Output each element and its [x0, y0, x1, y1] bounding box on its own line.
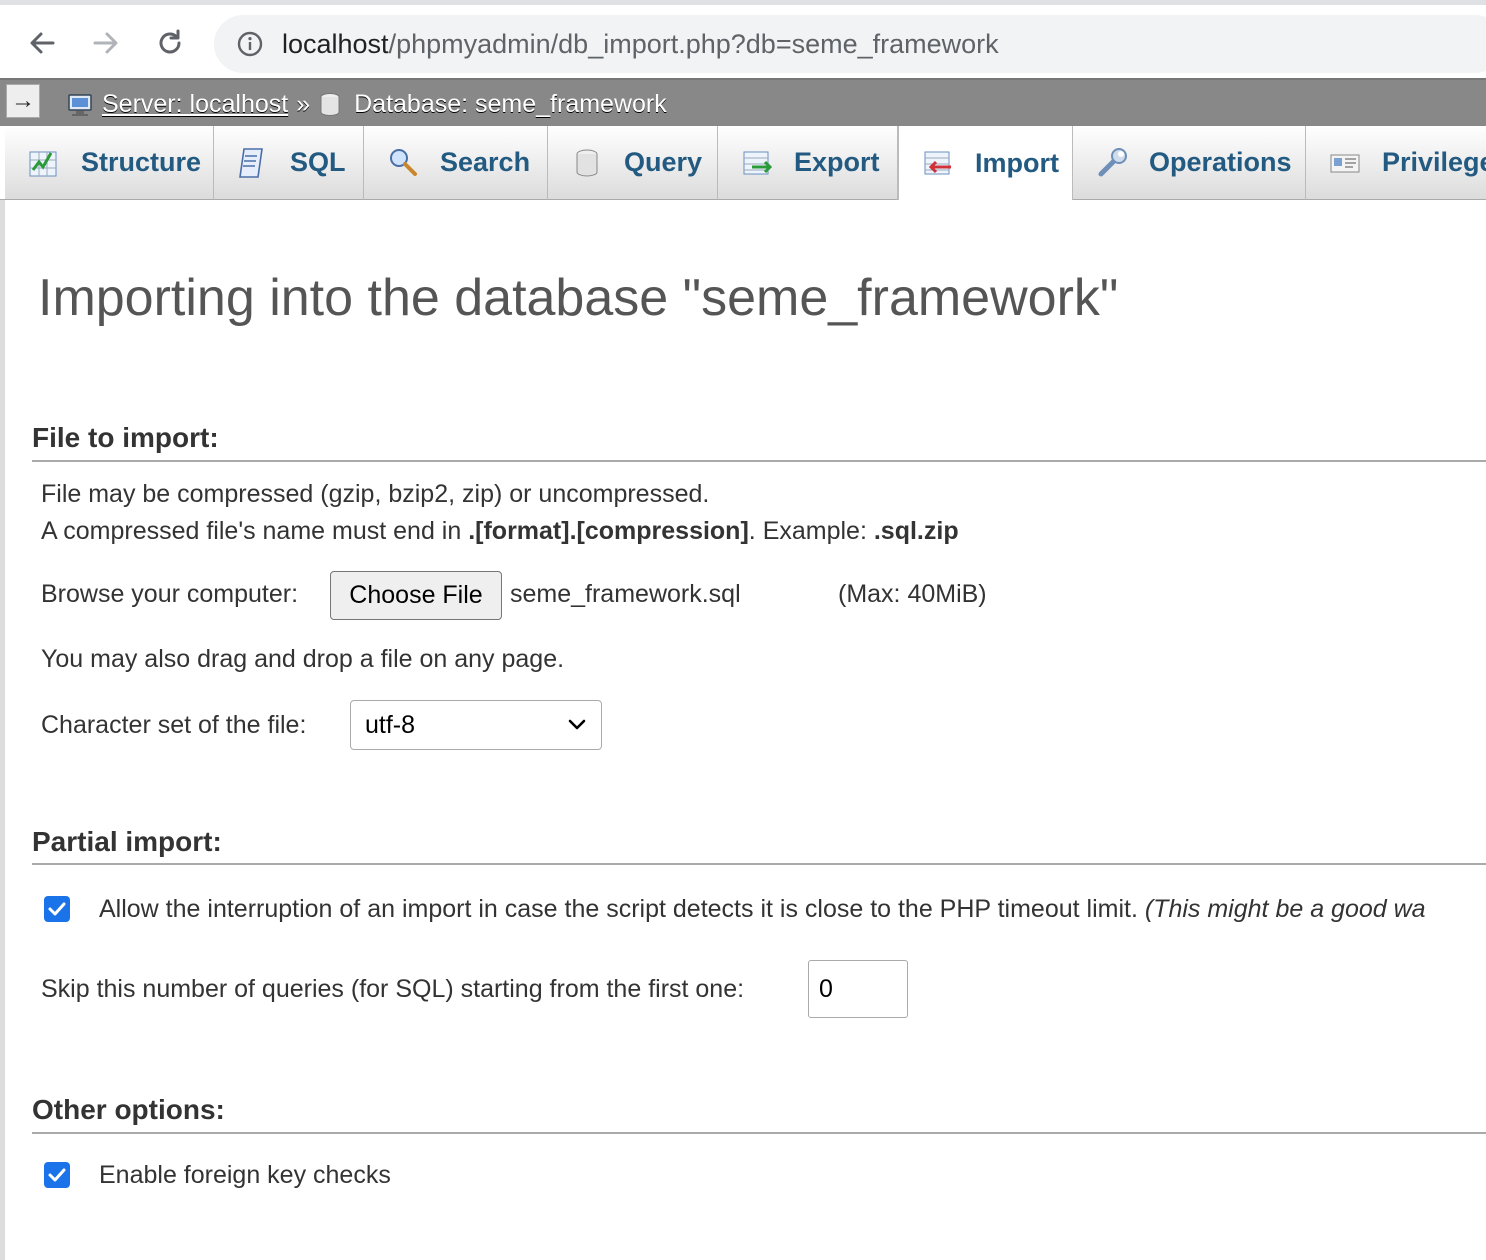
query-icon — [570, 146, 604, 180]
reload-button[interactable] — [152, 25, 188, 61]
forward-button[interactable] — [88, 25, 124, 61]
browser-toolbar: localhost/phpmyadmin/db_import.php?db=se… — [0, 0, 1486, 78]
tab-export[interactable]: Export — [718, 126, 898, 200]
tab-import[interactable]: Import — [898, 126, 1073, 200]
tab-label: Search — [440, 147, 531, 177]
format-example: .sql.zip — [873, 517, 959, 545]
drag-drop-note: You may also drag and drop a file on any… — [41, 645, 565, 673]
url-path: /phpmyadmin/db_import.php?db=seme_framew… — [388, 28, 999, 59]
url-text: localhost/phpmyadmin/db_import.php?db=se… — [282, 29, 999, 60]
breadcrumb-trail: Server: localhost » Database: seme_frame… — [66, 90, 667, 119]
arrow-left-icon — [30, 32, 55, 54]
import-icon — [921, 146, 955, 180]
partial-section-title: Partial import: — [32, 826, 222, 857]
other-options-title: Other options: — [32, 1094, 225, 1125]
arrow-right-icon — [93, 32, 118, 54]
file-section-title: File to import: — [32, 422, 219, 453]
allow-interrupt-text: Allow the interruption of an import in c… — [99, 895, 1138, 923]
charset-select[interactable]: utf-8 — [350, 700, 602, 750]
tab-privileges[interactable]: Privileges — [1306, 126, 1486, 200]
tab-query[interactable]: Query — [548, 126, 718, 200]
sql-icon — [236, 146, 270, 180]
wrench-icon — [1095, 146, 1129, 180]
tab-label: Export — [794, 147, 880, 177]
format-pattern: .[format].[compression] — [468, 517, 749, 545]
structure-icon — [27, 146, 61, 180]
address-bar[interactable]: localhost/phpmyadmin/db_import.php?db=se… — [214, 15, 1486, 73]
skip-queries-input[interactable]: 0 — [808, 960, 908, 1018]
checkmark-icon — [48, 902, 66, 916]
chevron-down-icon — [568, 719, 586, 730]
allow-interrupt-checkbox[interactable] — [44, 896, 70, 922]
allow-interrupt-label[interactable]: Allow the interruption of an import in c… — [99, 895, 1426, 924]
charset-selected-value: utf-8 — [365, 710, 416, 739]
page-title: Importing into the database "seme_framew… — [38, 269, 1119, 327]
tab-sql[interactable]: SQL — [214, 126, 364, 200]
tab-search[interactable]: Search — [364, 126, 548, 200]
section-divider — [32, 460, 1486, 462]
tab-label: SQL — [290, 147, 346, 177]
breadcrumb-server-link[interactable]: Server: localhost — [102, 90, 288, 119]
url-host: localhost — [282, 28, 389, 59]
section-divider — [32, 863, 1486, 865]
allow-interrupt-hint: (This might be a good wa — [1144, 895, 1426, 923]
breadcrumb: → Server: localhost » Database: seme_fra… — [0, 78, 1486, 126]
reload-icon — [159, 29, 181, 54]
skip-queries-label: Skip this number of queries (for SQL) st… — [41, 975, 745, 1003]
tab-operations[interactable]: Operations — [1073, 126, 1306, 200]
top-tabs: Structure SQL Search Query Export Import — [0, 126, 1486, 200]
format-note-mid: . Example: — [748, 517, 874, 545]
checkmark-icon — [48, 1168, 66, 1182]
tab-label: Structure — [81, 147, 202, 177]
choose-file-button[interactable]: Choose File — [330, 571, 502, 620]
server-icon — [66, 92, 96, 118]
database-icon — [318, 92, 348, 118]
navigation-toggle-button[interactable]: → — [6, 84, 40, 118]
browse-label: Browse your computer: — [41, 580, 299, 608]
export-icon — [740, 146, 774, 180]
tab-label: Privileges — [1382, 147, 1486, 177]
compression-note: File may be compressed (gzip, bzip2, zip… — [41, 480, 710, 508]
breadcrumb-database[interactable]: Database: seme_framework — [354, 90, 667, 119]
format-note-prefix: A compressed file's name must end in — [41, 517, 469, 545]
selected-file-name: seme_framework.sql — [510, 580, 741, 608]
foreign-key-checkbox[interactable] — [44, 1162, 70, 1188]
back-button[interactable] — [24, 25, 60, 61]
tab-structure[interactable]: Structure — [5, 126, 214, 200]
privileges-icon — [1328, 146, 1362, 180]
section-divider — [32, 1132, 1486, 1134]
foreign-key-label[interactable]: Enable foreign key checks — [99, 1161, 391, 1190]
breadcrumb-separator: » — [296, 90, 311, 118]
info-icon[interactable] — [236, 30, 264, 58]
tab-label: Query — [624, 147, 703, 177]
tab-label: Operations — [1149, 147, 1292, 177]
search-icon — [386, 146, 420, 180]
page-border — [0, 200, 5, 1260]
max-upload-size: (Max: 40MiB) — [838, 580, 987, 608]
charset-label: Character set of the file: — [41, 711, 307, 739]
compression-format-note: A compressed file's name must end in .[f… — [41, 517, 959, 546]
arrow-right-icon: → — [11, 87, 35, 114]
tab-label: Import — [975, 147, 1059, 178]
